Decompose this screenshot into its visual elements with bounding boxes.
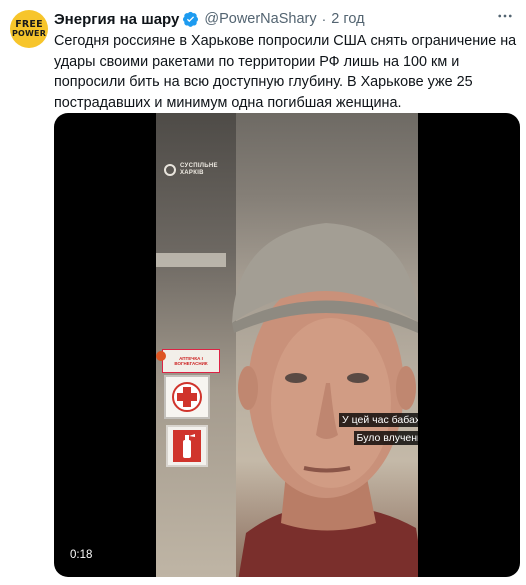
avatar[interactable]: FREE POWER: [10, 10, 48, 48]
watermark-line2: ХАРКІВ: [180, 170, 204, 176]
watermark-mark-icon: [164, 164, 176, 176]
tweet[interactable]: FREE POWER Энергия на шару @PowerNaShary…: [0, 0, 526, 585]
background-wall: [156, 113, 236, 577]
separator-dot: ·: [321, 11, 327, 27]
extinguisher-glyph: [173, 430, 201, 462]
watermark-line1: СУСПІЛЬНЕ: [180, 163, 218, 169]
video-player[interactable]: СУСПІЛЬНЕ ХАРКІВ АПТЕЧКА І ВОГНЕГАСНИК У…: [54, 113, 520, 577]
avatar-line2: POWER: [11, 29, 47, 38]
subtitle-line2: Було влучення.: [353, 431, 418, 445]
author-name[interactable]: Энергия на шару: [54, 11, 179, 28]
person-illustration: [232, 223, 418, 577]
subtitle-line1: У цей час бабахнуло.: [339, 413, 418, 427]
window-strip: [156, 253, 226, 267]
tweet-time[interactable]: 2 год: [331, 11, 364, 27]
verified-badge-icon: [183, 11, 199, 27]
red-cross-glyph: [172, 382, 202, 412]
video-frame[interactable]: СУСПІЛЬНЕ ХАРКІВ АПТЕЧКА І ВОГНЕГАСНИК У…: [156, 113, 418, 577]
watermark-logo: СУСПІЛЬНЕ ХАРКІВ: [164, 163, 218, 177]
author-handle[interactable]: @PowerNaShary: [204, 11, 316, 27]
red-cross-icon: [164, 375, 210, 419]
tweet-header: Энергия на шару @PowerNaShary · 2 год: [54, 9, 365, 29]
sign-text: АПТЕЧКА І ВОГНЕГАСНИК: [174, 356, 208, 366]
avatar-line1: FREE: [15, 19, 43, 30]
video-duration: 0:18: [66, 547, 97, 563]
video-subtitles: У цей час бабахнуло. Було влучення.: [334, 410, 418, 446]
more-dots-glyph: [498, 14, 512, 18]
fire-extinguisher-icon: [166, 425, 208, 467]
first-aid-sign: АПТЕЧКА І ВОГНЕГАСНИК: [162, 349, 220, 373]
tweet-text: Сегодня россияне в Харькове попросили СШ…: [54, 33, 517, 111]
sign-marker-icon: [156, 351, 166, 361]
watermark-text: СУСПІЛЬНЕ ХАРКІВ: [180, 163, 218, 177]
more-icon[interactable]: [492, 6, 518, 26]
